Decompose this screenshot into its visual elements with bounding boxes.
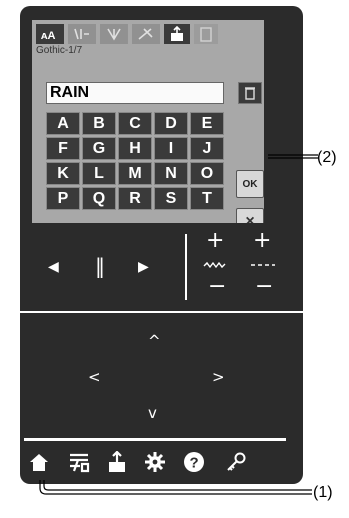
- callout-lines: [39, 154, 318, 495]
- callout-label-1: (1): [313, 484, 333, 501]
- callout-label-2: (2): [317, 149, 337, 166]
